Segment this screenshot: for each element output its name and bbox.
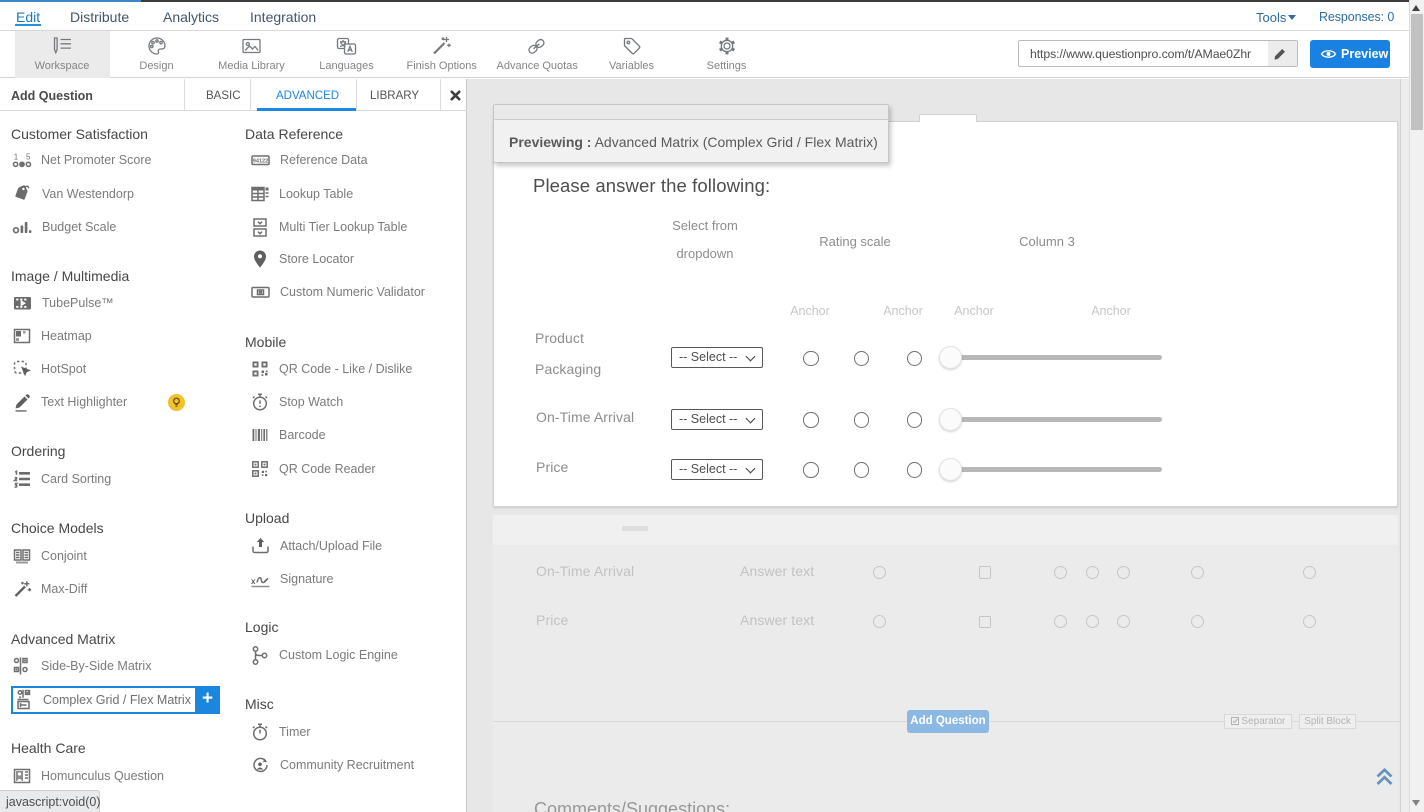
- svg-text:x: x: [251, 577, 256, 586]
- svg-text:5: 5: [26, 153, 31, 162]
- svg-text:1: 1: [14, 153, 19, 162]
- svg-text:94122: 94122: [253, 159, 269, 165]
